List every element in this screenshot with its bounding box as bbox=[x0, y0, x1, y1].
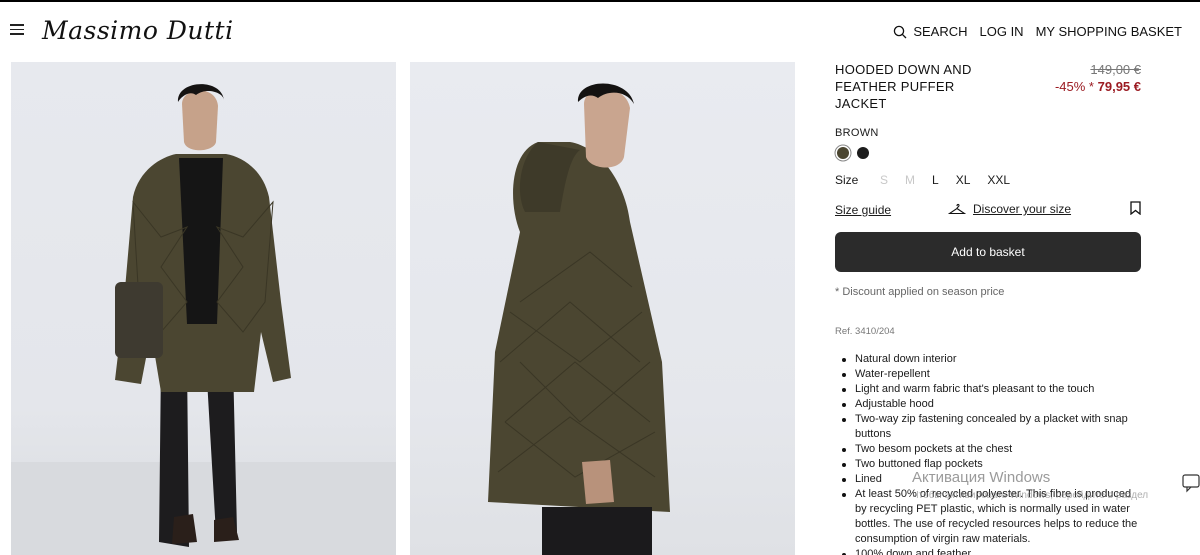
site-header: Massimo Dutti SEARCH LOG IN MY SHOPPING … bbox=[0, 0, 1200, 62]
feature-item: Two besom pockets at the chest bbox=[842, 442, 1145, 457]
search-icon bbox=[894, 25, 907, 38]
search-button[interactable]: SEARCH bbox=[893, 24, 968, 39]
size-option-s[interactable]: S bbox=[880, 173, 888, 187]
size-option-l[interactable]: L bbox=[932, 173, 939, 187]
feature-item: Water-repellent bbox=[842, 367, 1145, 382]
feature-item: Adjustable hood bbox=[842, 397, 1145, 412]
hamburger-menu-icon[interactable] bbox=[10, 24, 24, 38]
brand-logo[interactable]: Massimo Dutti bbox=[42, 16, 234, 45]
product-title: HOODED DOWN AND FEATHER PUFFER JACKET bbox=[835, 62, 972, 111]
size-label: Size bbox=[835, 173, 859, 187]
header-nav: SEARCH LOG IN MY SHOPPING BASKET bbox=[881, 24, 1182, 39]
product-reference: Ref. 3410/204 bbox=[835, 326, 895, 337]
discover-size-link[interactable]: Discover your size bbox=[948, 202, 1071, 216]
feature-item: 100% down and feather... bbox=[842, 547, 1145, 555]
feature-item: Light and warm fabric that's pleasant to… bbox=[842, 382, 1145, 397]
discount-note: * Discount applied on season price bbox=[835, 286, 1005, 298]
sale-price: 79,95 € bbox=[1097, 79, 1141, 94]
color-swatch-brown[interactable] bbox=[837, 147, 849, 159]
hanger-icon bbox=[948, 203, 966, 215]
search-label: SEARCH bbox=[913, 24, 968, 39]
sale-price-row: -45% * 79,95 € bbox=[1055, 79, 1141, 94]
windows-activation-watermark: Активация Windows bbox=[912, 469, 1051, 486]
discount-percent: -45% * bbox=[1054, 79, 1094, 94]
discover-size-label: Discover your size bbox=[973, 202, 1072, 216]
shopping-basket-link[interactable]: MY SHOPPING BASKET bbox=[1036, 24, 1182, 39]
bookmark-icon bbox=[1130, 201, 1141, 216]
color-name: BROWN bbox=[835, 127, 879, 139]
feature-item: Natural down interior bbox=[842, 352, 1145, 367]
size-option-xxl[interactable]: XXL bbox=[987, 173, 1010, 187]
add-to-basket-button[interactable]: Add to basket bbox=[835, 232, 1141, 272]
feature-item: Two-way zip fastening concealed by a pla… bbox=[842, 412, 1145, 442]
model-side-image bbox=[488, 83, 670, 555]
size-selector: Size S M L XL XXL bbox=[835, 173, 1027, 187]
windows-activation-subtext: Чтобы активировать Windows, перейдите в … bbox=[912, 490, 1149, 501]
size-option-xl[interactable]: XL bbox=[956, 173, 971, 187]
original-price: 149,00 € bbox=[1090, 62, 1141, 77]
size-option-m[interactable]: M bbox=[905, 173, 915, 187]
feature-list: Natural down interior Water-repellent Li… bbox=[842, 352, 1145, 555]
color-swatch-black[interactable] bbox=[857, 147, 869, 159]
model-front-image bbox=[11, 84, 396, 555]
login-link[interactable]: LOG IN bbox=[980, 24, 1024, 39]
product-photo-side[interactable] bbox=[410, 62, 795, 555]
chat-icon[interactable] bbox=[1180, 470, 1200, 496]
save-bookmark-button[interactable] bbox=[1130, 201, 1141, 220]
size-guide-link[interactable]: Size guide bbox=[835, 203, 891, 217]
product-photo-front[interactable] bbox=[11, 62, 396, 555]
